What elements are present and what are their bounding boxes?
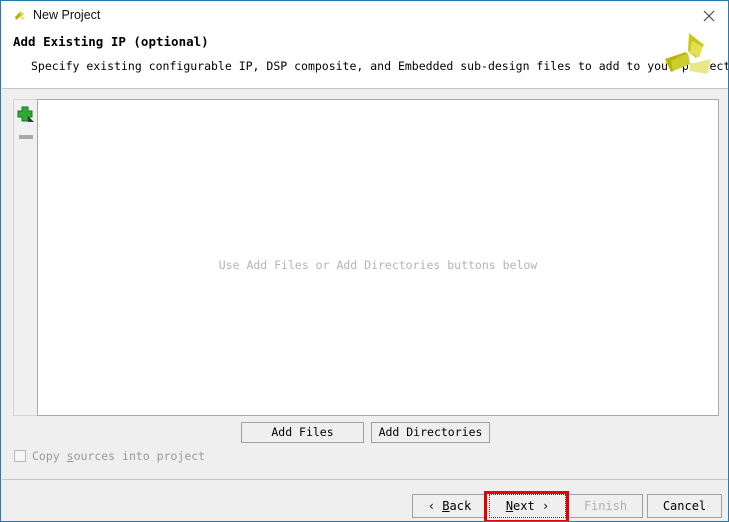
- copy-sources-checkbox-row[interactable]: Copy sources into project: [14, 447, 205, 465]
- next-button[interactable]: Next ›: [489, 494, 566, 518]
- copy-label-before: Copy: [32, 449, 67, 463]
- back-mnemonic: B: [442, 499, 450, 513]
- dialog-body: Use Add Files or Add Directories buttons…: [2, 89, 728, 479]
- list-toolbar: [13, 99, 38, 416]
- altera-pinwheel-logo: [659, 31, 721, 89]
- dialog-footer: ‹ Back Next › Finish Cancel: [2, 480, 728, 521]
- grey-minus-icon: [15, 126, 38, 148]
- next-mnemonic: N: [505, 499, 514, 513]
- page-title: Add Existing IP (optional): [13, 34, 209, 49]
- copy-label-after: ources into project: [73, 449, 206, 463]
- add-files-button[interactable]: Add Files: [241, 422, 364, 443]
- altera-logo-icon: [12, 8, 28, 24]
- ip-file-list[interactable]: Use Add Files or Add Directories buttons…: [37, 99, 719, 416]
- new-project-dialog: New Project Add Existing IP (optional) S…: [0, 0, 729, 522]
- green-plus-icon[interactable]: [15, 104, 38, 126]
- add-directories-button[interactable]: Add Directories: [371, 422, 490, 443]
- finish-button: Finish: [568, 494, 643, 518]
- copy-sources-checkbox[interactable]: [14, 450, 26, 462]
- back-arrow: ‹: [427, 499, 443, 513]
- back-label: ack: [449, 499, 472, 513]
- cancel-button[interactable]: Cancel: [647, 494, 722, 518]
- list-empty-message: Use Add Files or Add Directories buttons…: [218, 258, 538, 272]
- add-buttons-row: Add Files Add Directories: [2, 422, 728, 444]
- copy-sources-label: Copy sources into project: [32, 449, 205, 463]
- back-button[interactable]: ‹ Back: [412, 494, 487, 518]
- page-description: Specify existing configurable IP, DSP co…: [31, 59, 729, 73]
- dialog-header: Add Existing IP (optional) Specify exist…: [2, 29, 729, 89]
- copy-label-mnemonic: s: [66, 449, 74, 463]
- title-bar: New Project: [2, 2, 728, 29]
- window-title: New Project: [33, 8, 101, 22]
- close-icon[interactable]: [692, 3, 726, 28]
- next-label: ext ›: [513, 499, 550, 513]
